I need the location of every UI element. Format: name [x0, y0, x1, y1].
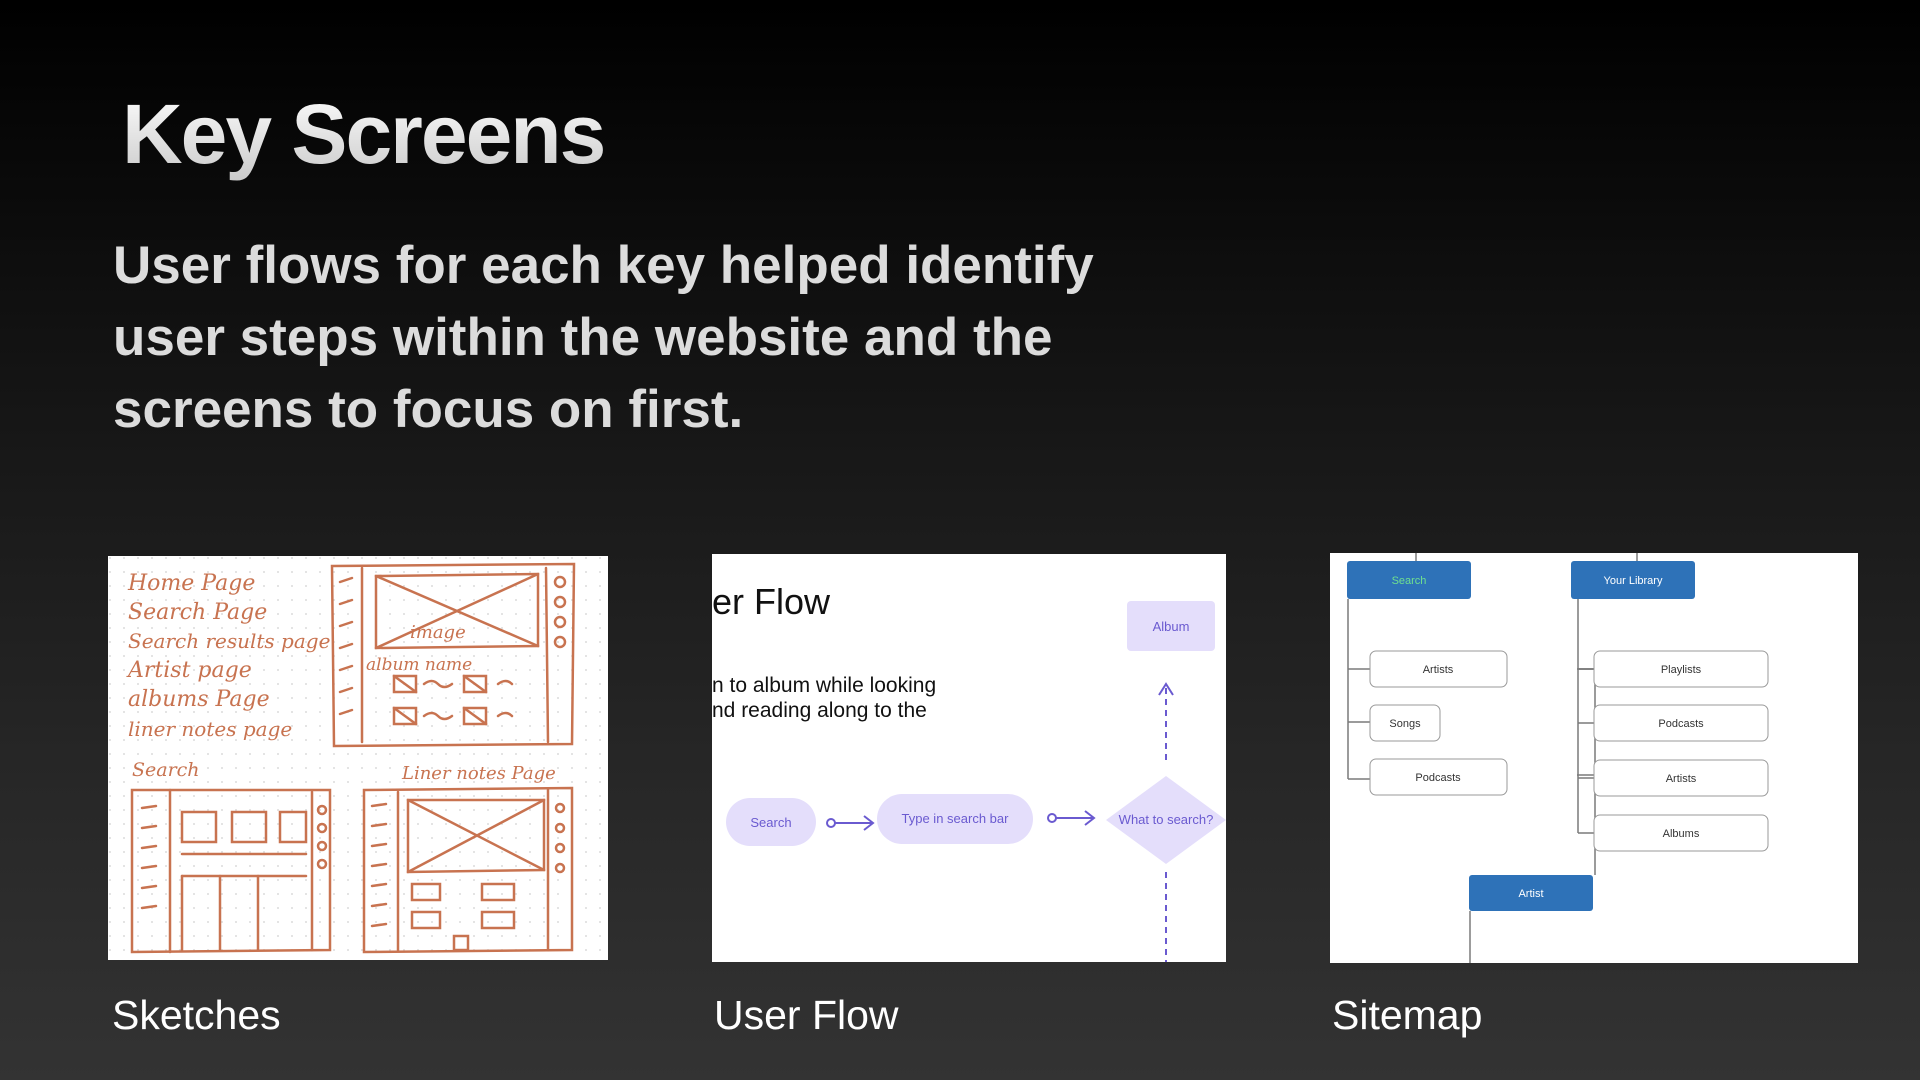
sitemap-node-artist-label: Artist — [1518, 888, 1543, 900]
caption-sitemap: Sitemap — [1332, 992, 1483, 1038]
flow-node-search-label: Search — [750, 815, 791, 830]
sketch-line-home: Home Page — [127, 571, 255, 596]
sitemap-podcasts-label: Podcasts — [1415, 772, 1461, 784]
sitemap-image: Search Your Library Artists Songs Podcas… — [1330, 553, 1858, 963]
flow-node-decision-label: What to search? — [1119, 812, 1214, 827]
sketch-line-search-label: Search — [132, 759, 200, 781]
sketch-line-search: Search Page — [128, 600, 267, 625]
sketch-line-results: Search results page — [128, 629, 330, 653]
flow-heading: er Flow — [712, 581, 831, 622]
sketch-line-artist: Artist page — [126, 658, 252, 683]
flow-node-album-label: Album — [1153, 619, 1190, 634]
sitemap-lib-artists-label: Artists — [1666, 773, 1697, 785]
sketches-image: Home Page Search Page Search results pag… — [108, 556, 608, 960]
slide-subtitle: User flows for each key helped identify … — [113, 236, 1094, 439]
user-flow-image: er Flow n to album while looking nd read… — [712, 554, 1226, 962]
flow-node-type-in-label: Type in search bar — [902, 811, 1010, 826]
flow-desc-line-1: n to album while looking — [712, 674, 936, 697]
sketch-image-label: image — [410, 622, 466, 643]
sketch-line-albums: albums Page — [128, 687, 270, 712]
sitemap-node-library-label: Your Library — [1604, 575, 1663, 587]
slide-title: Key Screens — [122, 87, 606, 181]
flow-desc-line-2: nd reading along to the — [712, 699, 927, 722]
caption-sketches: Sketches — [112, 992, 281, 1038]
sitemap-lib-podcasts-label: Podcasts — [1658, 718, 1704, 730]
sitemap-playlists-label: Playlists — [1661, 664, 1702, 676]
sitemap-artists-label: Artists — [1423, 664, 1454, 676]
sitemap-albums-label: Albums — [1663, 828, 1700, 840]
sketch-line-liner: liner notes page — [128, 717, 292, 741]
sitemap-songs-label: Songs — [1389, 718, 1421, 730]
sketch-album-name-label: album name — [366, 655, 472, 675]
sketch-liner-notes-label: Liner notes Page — [401, 763, 556, 784]
caption-user-flow: User Flow — [714, 992, 899, 1038]
sitemap-node-search-label: Search — [1392, 575, 1427, 587]
